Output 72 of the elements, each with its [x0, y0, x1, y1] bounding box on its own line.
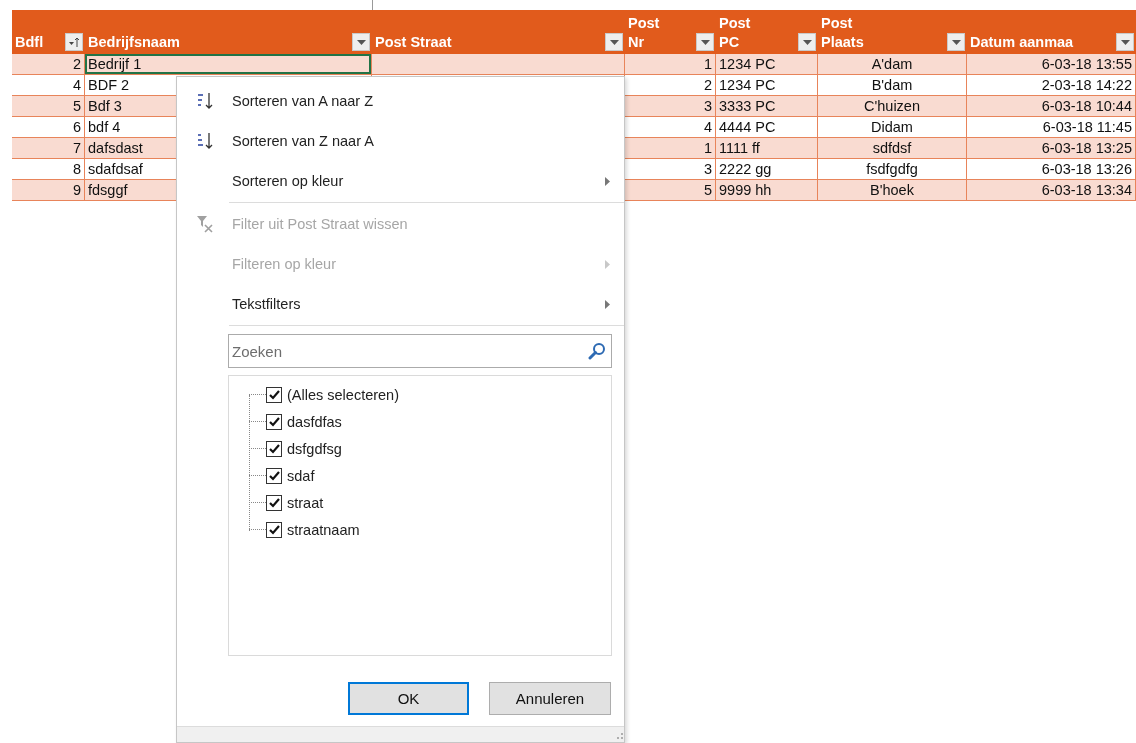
- table-cell: 5: [12, 96, 85, 117]
- caret-icon: [700, 39, 710, 45]
- table-cell: sdfdsf: [818, 138, 967, 159]
- table-cell: C'huizen: [818, 96, 967, 117]
- table-cell: 6-03-18 10:44: [967, 96, 1136, 117]
- sort-ascending-icon: [196, 92, 213, 110]
- filter-button[interactable]: [798, 33, 816, 51]
- caret-icon: [356, 39, 366, 45]
- sort-descending-icon: [196, 132, 213, 150]
- resize-grip-icon[interactable]: [616, 732, 624, 742]
- filter-option[interactable]: sdaf: [229, 462, 611, 489]
- checkbox[interactable]: [266, 413, 282, 430]
- table-cell: 9999 hh: [716, 180, 818, 201]
- checkbox[interactable]: [266, 386, 282, 403]
- column-header: Post Straat: [375, 33, 452, 52]
- caret-icon: [951, 39, 961, 45]
- dialog-button[interactable]: Annuleren: [489, 682, 611, 715]
- dialog-button[interactable]: OK: [348, 682, 469, 715]
- menu-item[interactable]: Tekstfilters: [177, 284, 624, 324]
- sort-filter-button[interactable]: [65, 33, 83, 51]
- table-cell: 1: [625, 138, 716, 159]
- table-cell: B'hoek: [818, 180, 967, 201]
- caret-icon: [609, 39, 619, 45]
- caret-icon: [802, 39, 812, 45]
- checkbox[interactable]: [266, 494, 282, 511]
- filter-option[interactable]: straat: [229, 489, 611, 516]
- submenu-arrow-icon: [605, 259, 610, 269]
- table-cell: 1234 PC: [716, 54, 818, 75]
- submenu-arrow-icon: [605, 299, 610, 309]
- clear-filter-icon: [195, 215, 214, 233]
- column-header: Datum aanmaa: [970, 33, 1074, 52]
- caret-icon: [1120, 39, 1130, 45]
- table-cell: 3333 PC: [716, 96, 818, 117]
- checkbox[interactable]: [266, 467, 282, 484]
- search-icon: [588, 342, 606, 360]
- column-header: Bdfl: [15, 33, 44, 52]
- table-cell: 1111 ff: [716, 138, 818, 159]
- table-cell: 2: [12, 54, 85, 75]
- filter-option[interactable]: dsfgdfsg: [229, 435, 611, 462]
- table-cell: A'dam: [818, 54, 967, 75]
- checkmark-icon: [268, 497, 280, 508]
- column-header: Post Nr: [628, 14, 660, 52]
- table-cell: Bedrijf 1: [85, 54, 372, 75]
- checkmark-icon: [268, 416, 280, 427]
- filter-option[interactable]: dasfdfas: [229, 408, 611, 435]
- table-cell: 5: [625, 180, 716, 201]
- checkmark-icon: [268, 524, 280, 535]
- column-header: Post PC: [719, 14, 751, 52]
- filter-option[interactable]: straatnaam: [229, 516, 611, 543]
- checkbox[interactable]: [266, 440, 282, 457]
- table-cell: 6-03-18 13:55: [967, 54, 1136, 75]
- column-header: Bedrijfsnaam: [88, 33, 180, 52]
- table-cell: 3: [625, 96, 716, 117]
- filter-button[interactable]: [605, 33, 623, 51]
- submenu-arrow-icon: [605, 176, 610, 186]
- filter-button[interactable]: [352, 33, 370, 51]
- table-cell: 7: [12, 138, 85, 159]
- search-field[interactable]: Zoeken: [228, 334, 612, 368]
- sort-arrow-icon: [68, 36, 80, 48]
- table-cell: 6-03-18 13:25: [967, 138, 1136, 159]
- filter-option[interactable]: (Alles selecteren): [229, 381, 611, 408]
- table-cell: 1: [625, 54, 716, 75]
- table-cell: 9: [12, 180, 85, 201]
- filter-button[interactable]: [1116, 33, 1134, 51]
- checkmark-icon: [268, 443, 280, 454]
- table-cell: 6-03-18 13:34: [967, 180, 1136, 201]
- checkmark-icon: [268, 389, 280, 400]
- filter-button[interactable]: [947, 33, 965, 51]
- filter-button[interactable]: [696, 33, 714, 51]
- column-header: Post Plaats: [821, 14, 864, 52]
- checkmark-icon: [268, 470, 280, 481]
- checkbox[interactable]: [266, 521, 282, 538]
